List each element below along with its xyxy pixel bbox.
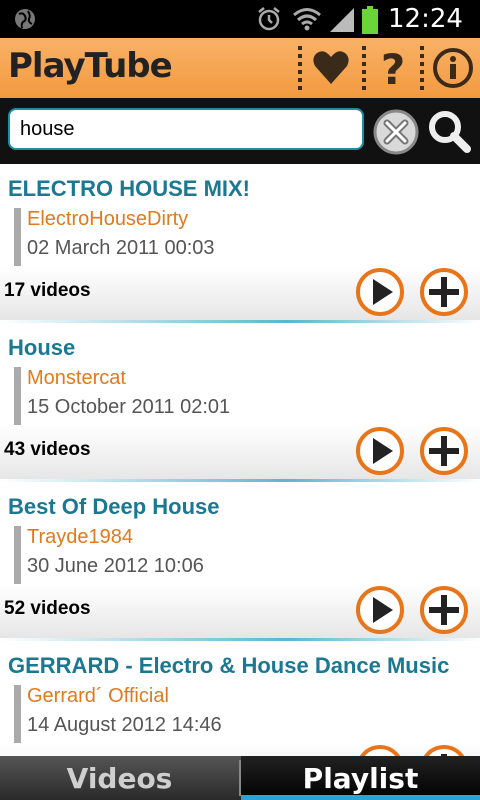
toolbar-separator [362, 46, 366, 90]
help-button[interactable]: ? [368, 42, 418, 94]
add-icon[interactable] [420, 427, 468, 475]
signal-icon [330, 8, 354, 32]
quote-bar [14, 526, 21, 584]
clear-icon[interactable] [372, 108, 420, 156]
play-icon[interactable] [356, 586, 404, 634]
wifi-icon [293, 8, 321, 31]
alarm-icon [258, 7, 280, 31]
playlist-list: ELECTRO HOUSE MIX! ElectroHouseDirty 02 … [0, 164, 480, 756]
help-icon: ? [381, 46, 405, 90]
add-icon[interactable] [420, 586, 468, 634]
item-footer [0, 743, 480, 756]
quote-bar [14, 208, 21, 266]
play-icon[interactable] [356, 268, 404, 316]
app-bar: PlayTube ? [0, 38, 480, 98]
playlist-date: 30 June 2012 10:06 [27, 555, 204, 577]
playlist-author[interactable]: ElectroHouseDirty [27, 208, 188, 231]
quote-bar [14, 367, 21, 425]
bottom-nav: Videos Playlist [0, 756, 480, 800]
add-icon[interactable] [420, 745, 468, 756]
status-bar: 12:24 [0, 0, 480, 38]
playlist-title: Best Of Deep House [8, 494, 220, 519]
list-item[interactable]: House Monstercat 15 October 2011 02:01 4… [0, 323, 480, 482]
video-count: 52 videos [4, 598, 91, 619]
list-item[interactable]: ELECTRO HOUSE MIX! ElectroHouseDirty 02 … [0, 164, 480, 323]
tab-videos[interactable]: Videos [0, 756, 239, 800]
active-tab-indicator [241, 795, 480, 800]
clock: 12:24 [388, 4, 463, 34]
playlist-title: House [8, 335, 76, 360]
playlist-date: 02 March 2011 00:03 [27, 237, 215, 259]
favorites-button[interactable] [306, 42, 356, 94]
play-icon[interactable] [356, 427, 404, 475]
toolbar-separator [420, 46, 424, 90]
play-icon[interactable] [356, 745, 404, 756]
playlist-author[interactable]: Monstercat [27, 367, 126, 390]
toolbar-separator [298, 46, 302, 90]
list-item[interactable]: GERRARD - Electro & House Dance Music Ge… [0, 641, 480, 756]
tab-playlist[interactable]: Playlist [241, 756, 480, 800]
add-icon[interactable] [420, 268, 468, 316]
playlist-title: GERRARD - Electro & House Dance Music [8, 653, 450, 678]
info-button[interactable] [428, 42, 478, 94]
quote-bar [14, 685, 21, 743]
playlist-date: 15 October 2011 02:01 [27, 396, 231, 418]
globe-icon [15, 9, 35, 29]
svg-text:?: ? [381, 46, 405, 90]
search-icon[interactable] [426, 108, 472, 154]
playlist-title: ELECTRO HOUSE MIX! [8, 176, 251, 201]
playlist-author[interactable]: Trayde1984 [27, 526, 133, 549]
list-item[interactable]: Best Of Deep House Trayde1984 30 June 20… [0, 482, 480, 641]
playlist-date: 14 August 2012 14:46 [27, 714, 222, 736]
heart-icon [313, 51, 349, 84]
playlist-author[interactable]: Gerrard´ Official [27, 685, 169, 708]
item-footer: 52 videos [0, 584, 480, 638]
video-count: 17 videos [4, 280, 91, 301]
video-count: 43 videos [4, 439, 91, 460]
search-bar [0, 98, 480, 164]
item-footer: 43 videos [0, 425, 480, 479]
search-input[interactable] [8, 108, 364, 150]
battery-icon [362, 6, 378, 34]
app-title: PlayTube [8, 46, 173, 86]
item-footer: 17 videos [0, 266, 480, 320]
info-icon [433, 48, 473, 88]
